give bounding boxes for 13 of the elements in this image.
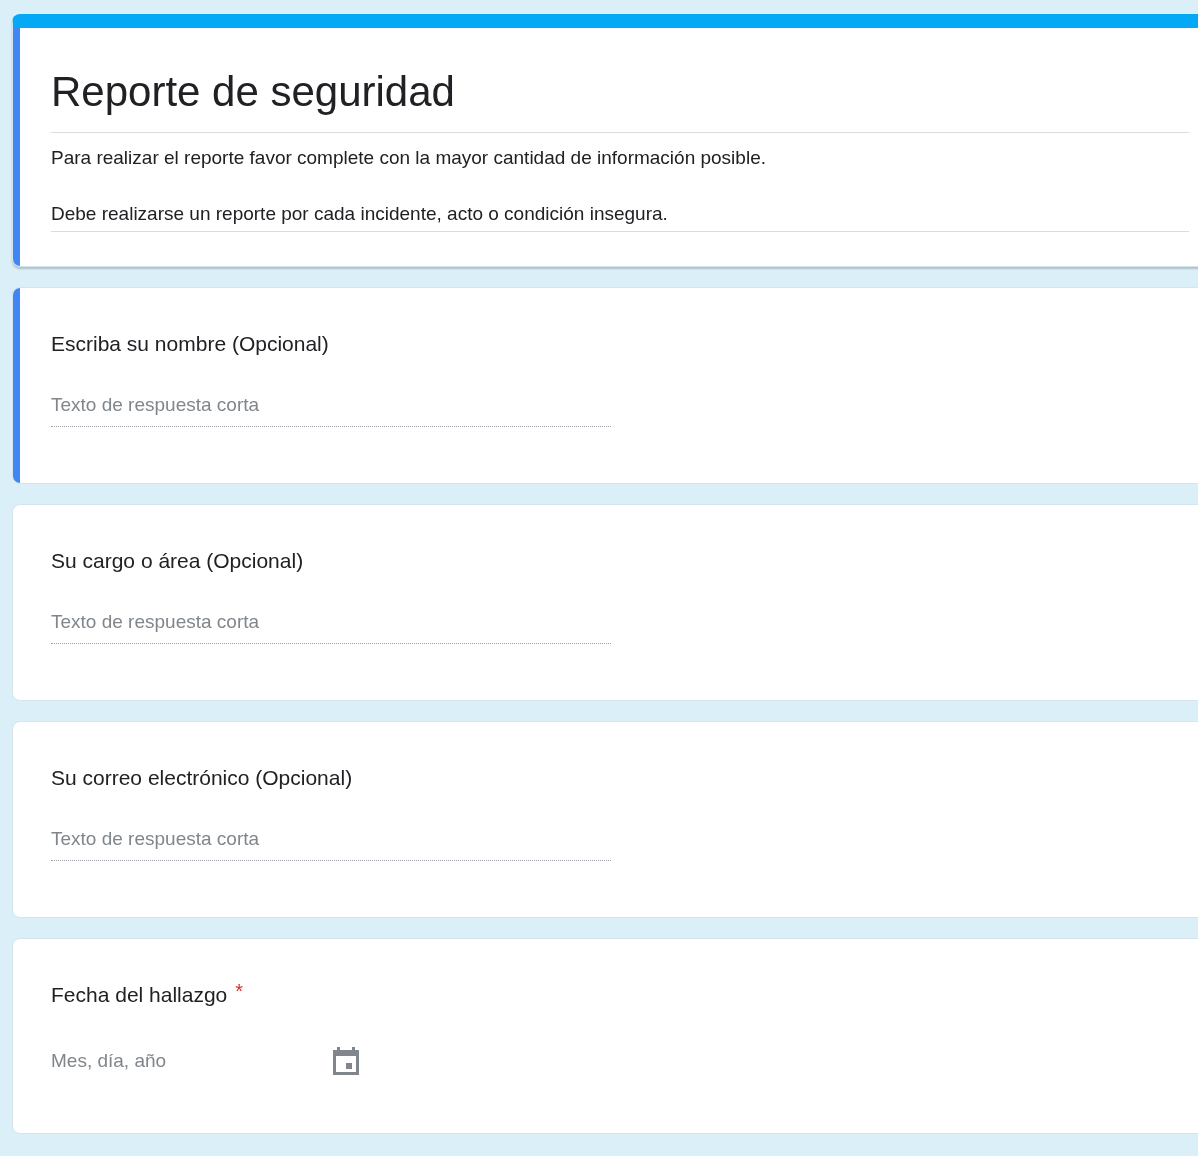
short-answer-field[interactable]: Texto de respuesta corta — [51, 828, 611, 861]
required-mark: * — [235, 981, 244, 1001]
calendar-icon[interactable] — [331, 1045, 361, 1077]
question-title: Fecha del hallazgo — [51, 982, 228, 1008]
date-field[interactable]: Mes, día, año — [51, 1050, 181, 1072]
short-answer-field[interactable]: Texto de respuesta corta — [51, 611, 611, 644]
question-title: Escriba su nombre (Opcional) — [51, 331, 329, 357]
form-description: Debe realizarse un reporte por cada incidente, acto o condición insegura. — [51, 203, 669, 225]
short-answer-field[interactable]: Texto de respuesta corta — [51, 394, 611, 427]
form-title: Reporte de seguridad — [51, 64, 1189, 133]
form-description: Para realizar el reporte favor complete con la mayor cantidad de información posible. — [51, 147, 767, 169]
question-title: Su correo electrónico (Opcional) — [51, 765, 353, 791]
question-title: Su cargo o área (Opcional) — [51, 548, 304, 574]
